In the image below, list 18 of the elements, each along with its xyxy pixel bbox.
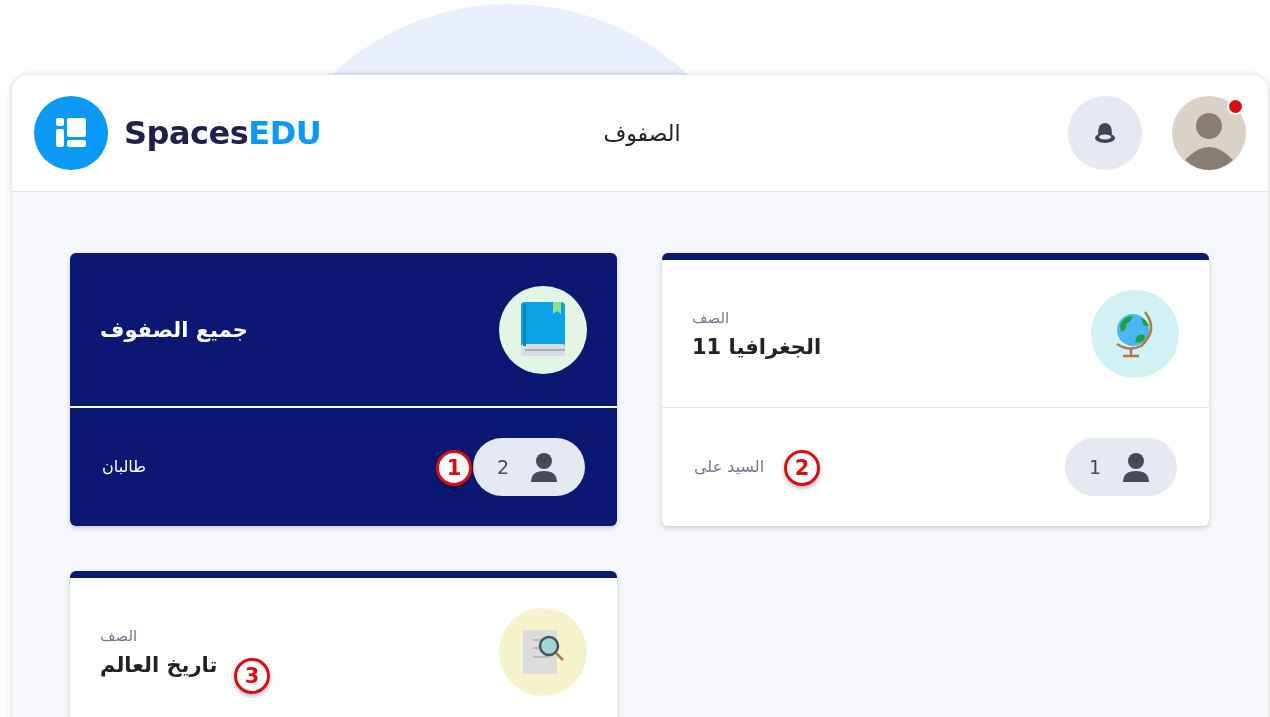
class-title: تاريخ العالم <box>100 652 218 677</box>
member-count-badge: 2 <box>472 437 585 496</box>
person-icon <box>531 451 557 482</box>
class-title: جميع الصفوف <box>100 317 248 342</box>
avatar-icon[interactable] <box>1172 96 1246 170</box>
card-footer-text: السيد على <box>694 457 765 476</box>
person-icon <box>1123 451 1149 482</box>
page-title: الصفوف <box>602 120 682 146</box>
card-label: الصف <box>100 626 139 645</box>
member-count-badge: 1 <box>1064 437 1177 496</box>
logo-icon <box>34 96 108 170</box>
callout-marker: 2 <box>784 450 820 486</box>
card-label: الصف <box>692 308 731 327</box>
callout-marker: 1 <box>436 450 472 486</box>
card-footer-text: طالبان <box>102 457 146 476</box>
brand-name: SpacesEDU <box>124 114 322 152</box>
callout-marker: 3 <box>234 658 270 694</box>
class-title: الجغرافيا 11 <box>692 334 822 359</box>
